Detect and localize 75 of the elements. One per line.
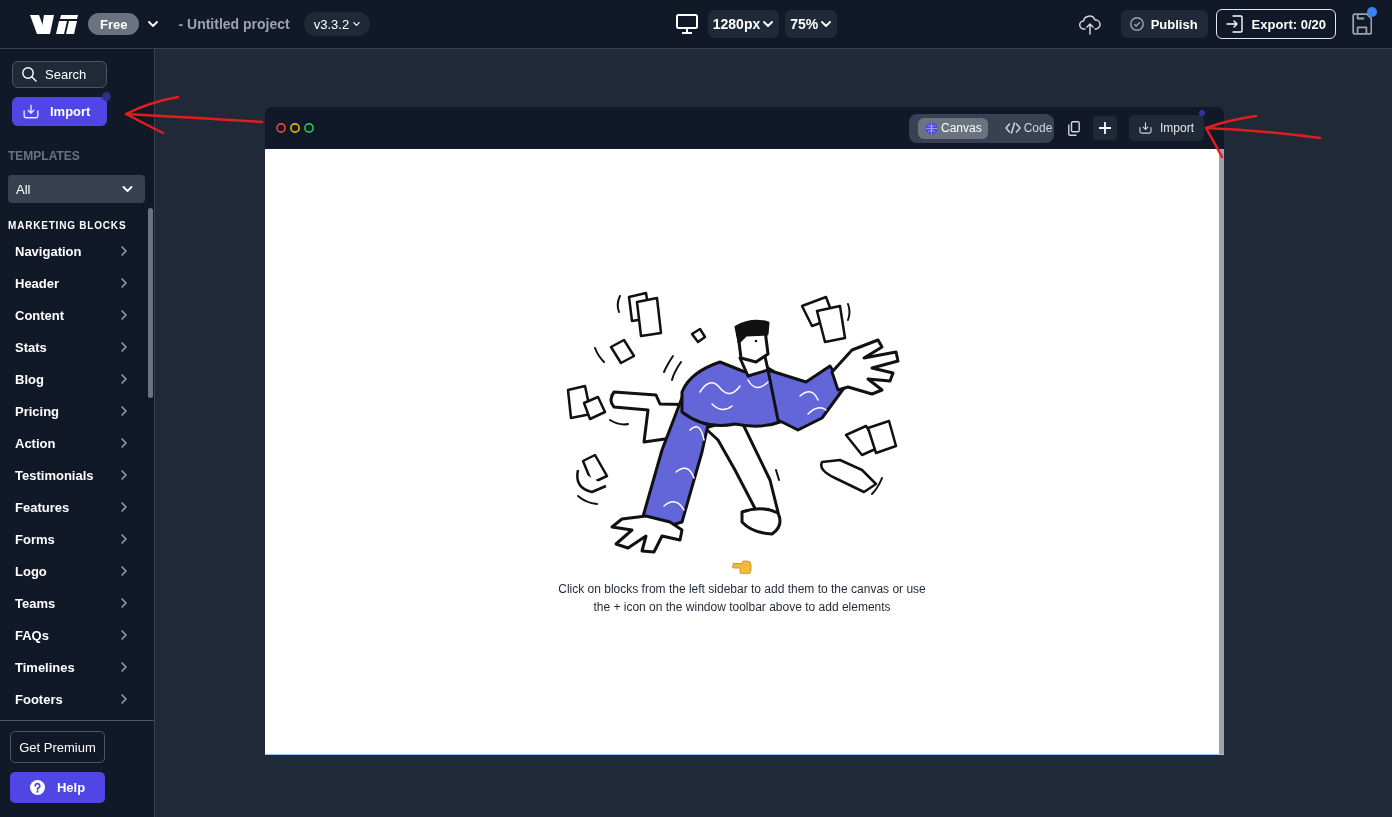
templates-dropdown[interactable]: All [8, 175, 145, 203]
view-tab[interactable]: Code [997, 117, 1059, 139]
templates-heading: TEMPLATES [7, 148, 81, 164]
chevron-right-icon [121, 374, 127, 384]
sidebar-item[interactable]: Blog [0, 363, 140, 395]
monitor-icon[interactable] [675, 14, 698, 34]
chevron-right-icon [121, 630, 127, 640]
sidebar-item[interactable]: Logo [0, 555, 140, 587]
sidebar-item[interactable]: Features [0, 491, 140, 523]
chevron-right-icon [121, 598, 127, 608]
sign-in-icon [1225, 15, 1243, 33]
chevron-right-icon [121, 342, 127, 352]
sidebar-item[interactable]: Header [0, 267, 140, 299]
chevron-right-icon [121, 566, 127, 576]
get-premium-button[interactable]: Get Premium [10, 731, 105, 763]
window-dot-icon[interactable] [276, 123, 286, 133]
sidebar-item[interactable]: Navigation [0, 235, 140, 267]
sidebar-item[interactable]: Action [0, 427, 140, 459]
add-button[interactable] [1093, 116, 1117, 140]
zoom-dropdown[interactable]: 75% [785, 10, 838, 38]
chevron-right-icon [121, 502, 127, 512]
sidebar-item[interactable]: Content [0, 299, 140, 331]
version-button[interactable]: v3.3.2 [303, 12, 371, 36]
help-icon [29, 780, 45, 795]
sidebar-item[interactable]: Forms [0, 523, 140, 555]
view-tab[interactable]: Canvas [918, 117, 988, 139]
chevron-right-icon [121, 662, 127, 672]
chevron-down-icon [148, 21, 159, 27]
download-icon [23, 104, 39, 119]
import-button[interactable]: Import [12, 97, 107, 126]
chevron-right-icon [121, 246, 127, 256]
cloud-upload-icon[interactable] [1078, 13, 1101, 35]
chevron-down-icon [821, 21, 832, 27]
sidebar-item[interactable]: Testimonials [0, 459, 140, 491]
sidebar-item[interactable]: Pricing [0, 395, 140, 427]
save-icon[interactable] [1352, 13, 1372, 35]
chevron-right-icon [121, 694, 127, 704]
chevron-right-icon [121, 470, 127, 480]
window-dot-icon[interactable] [304, 123, 314, 133]
globe-icon [925, 121, 938, 135]
sidebar-item[interactable]: Timelines [0, 651, 140, 683]
chevron-down-icon [763, 21, 774, 27]
plan-badge: Free [88, 13, 140, 35]
scrollbar[interactable] [148, 208, 153, 398]
pointing-hand-icon [732, 559, 752, 574]
import-button[interactable]: Import [1129, 115, 1204, 141]
project-title: - Untitled project [178, 16, 290, 32]
check-circle-icon [1129, 17, 1144, 31]
viewport-width-dropdown[interactable]: 1280px [707, 10, 780, 38]
plan-menu-button[interactable] [148, 21, 159, 27]
chevron-down-icon [122, 186, 133, 192]
scrollbar[interactable] [1219, 149, 1224, 754]
window-dot-icon[interactable] [290, 123, 300, 133]
code-icon [1004, 122, 1021, 134]
download-icon [1139, 122, 1152, 134]
chevron-right-icon [121, 406, 127, 416]
logo-icon[interactable] [30, 13, 78, 35]
plus-icon [1099, 122, 1111, 134]
publish-button[interactable]: Publish [1120, 10, 1208, 38]
sidebar-item[interactable]: Teams [0, 587, 140, 619]
chevron-right-icon [121, 310, 127, 320]
chevron-right-icon [121, 278, 127, 288]
search-icon [22, 67, 37, 82]
section-heading: MARKETING BLOCKS [7, 219, 128, 233]
canvas-hint-text: Click on blocks from the left sidebar to add them to the canvas or use the + icon on the window toolbar above to add elements [557, 581, 927, 616]
search-button[interactable]: Search [12, 61, 107, 88]
export-button[interactable]: Export: 0/20 [1215, 9, 1336, 39]
chevron-right-icon [121, 438, 127, 448]
copy-icon[interactable] [1068, 120, 1080, 136]
chevron-down-icon [353, 22, 361, 26]
sidebar-item[interactable]: FAQs [0, 619, 140, 651]
chevron-right-icon [121, 534, 127, 544]
help-button[interactable]: Help [10, 772, 105, 803]
sidebar-item[interactable]: Footers [0, 683, 140, 715]
sidebar-item[interactable]: Stats [0, 331, 140, 363]
